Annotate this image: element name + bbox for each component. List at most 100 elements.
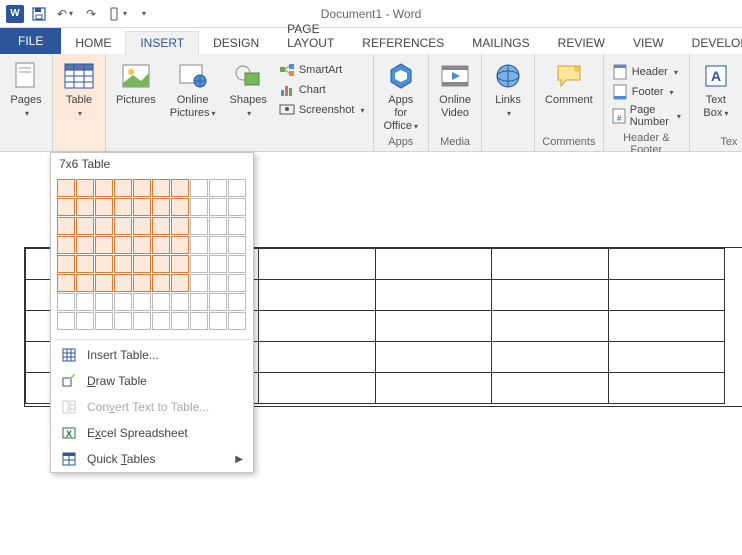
grid-cell[interactable] bbox=[228, 217, 246, 235]
grid-cell[interactable] bbox=[95, 293, 113, 311]
grid-cell[interactable] bbox=[209, 255, 227, 273]
table-cell[interactable] bbox=[608, 249, 725, 280]
tab-insert[interactable]: INSERT bbox=[125, 31, 199, 54]
undo-button[interactable]: ↶▾ bbox=[54, 3, 76, 25]
menu-draw-table[interactable]: Draw Table bbox=[51, 368, 253, 394]
grid-cell[interactable] bbox=[152, 255, 170, 273]
grid-cell[interactable] bbox=[209, 236, 227, 254]
grid-cell[interactable] bbox=[190, 198, 208, 216]
grid-cell[interactable] bbox=[133, 255, 151, 273]
grid-cell[interactable] bbox=[114, 198, 132, 216]
table-cell[interactable] bbox=[259, 373, 376, 404]
table-cell[interactable] bbox=[259, 280, 376, 311]
grid-cell[interactable] bbox=[190, 217, 208, 235]
grid-cell[interactable] bbox=[95, 198, 113, 216]
header-button[interactable]: Header▾ bbox=[608, 62, 685, 82]
smartart-button[interactable]: SmartArt bbox=[275, 60, 369, 80]
comment-button[interactable]: Comment bbox=[539, 56, 599, 107]
footer-button[interactable]: Footer▾ bbox=[608, 82, 685, 102]
tab-design[interactable]: DESIGN bbox=[199, 32, 273, 54]
table-button[interactable]: Table▾ bbox=[57, 56, 101, 120]
grid-cell[interactable] bbox=[114, 179, 132, 197]
menu-excel-spreadsheet[interactable]: X Excel Spreadsheet bbox=[51, 420, 253, 446]
grid-cell[interactable] bbox=[171, 293, 189, 311]
grid-cell[interactable] bbox=[57, 179, 75, 197]
grid-cell[interactable] bbox=[171, 198, 189, 216]
table-cell[interactable] bbox=[375, 311, 492, 342]
grid-cell[interactable] bbox=[209, 198, 227, 216]
touch-mode-button[interactable]: ▾ bbox=[106, 3, 128, 25]
text-box-button[interactable]: A Text Box▾ bbox=[694, 56, 738, 120]
grid-cell[interactable] bbox=[209, 293, 227, 311]
grid-cell[interactable] bbox=[152, 179, 170, 197]
tab-references[interactable]: REFERENCES bbox=[348, 32, 458, 54]
table-cell[interactable] bbox=[375, 373, 492, 404]
table-cell[interactable] bbox=[492, 311, 609, 342]
tab-page-layout[interactable]: PAGE LAYOUT bbox=[273, 18, 348, 54]
grid-cell[interactable] bbox=[171, 255, 189, 273]
table-cell[interactable] bbox=[492, 373, 609, 404]
grid-cell[interactable] bbox=[190, 179, 208, 197]
grid-cell[interactable] bbox=[152, 312, 170, 330]
table-cell[interactable] bbox=[375, 342, 492, 373]
grid-cell[interactable] bbox=[152, 236, 170, 254]
grid-cell[interactable] bbox=[190, 236, 208, 254]
grid-cell[interactable] bbox=[152, 198, 170, 216]
grid-cell[interactable] bbox=[133, 236, 151, 254]
grid-cell[interactable] bbox=[228, 293, 246, 311]
pictures-button[interactable]: Pictures bbox=[110, 56, 162, 107]
grid-cell[interactable] bbox=[57, 255, 75, 273]
grid-cell[interactable] bbox=[133, 312, 151, 330]
grid-cell[interactable] bbox=[57, 198, 75, 216]
table-cell[interactable] bbox=[608, 280, 725, 311]
grid-cell[interactable] bbox=[228, 236, 246, 254]
grid-cell[interactable] bbox=[95, 274, 113, 292]
grid-cell[interactable] bbox=[57, 274, 75, 292]
grid-cell[interactable] bbox=[171, 274, 189, 292]
table-cell[interactable] bbox=[259, 311, 376, 342]
grid-cell[interactable] bbox=[190, 312, 208, 330]
grid-cell[interactable] bbox=[76, 217, 94, 235]
table-cell[interactable] bbox=[608, 373, 725, 404]
grid-cell[interactable] bbox=[114, 255, 132, 273]
grid-cell[interactable] bbox=[95, 236, 113, 254]
online-video-button[interactable]: Online Video bbox=[433, 56, 477, 120]
grid-cell[interactable] bbox=[190, 293, 208, 311]
grid-cell[interactable] bbox=[228, 198, 246, 216]
grid-cell[interactable] bbox=[57, 217, 75, 235]
grid-cell[interactable] bbox=[57, 293, 75, 311]
customize-qat-button[interactable]: ▾ bbox=[132, 3, 154, 25]
table-cell[interactable] bbox=[608, 311, 725, 342]
tab-mailings[interactable]: MAILINGS bbox=[458, 32, 543, 54]
menu-quick-tables[interactable]: Quick Tables ▶ bbox=[51, 446, 253, 472]
grid-cell[interactable] bbox=[76, 255, 94, 273]
grid-cell[interactable] bbox=[152, 293, 170, 311]
grid-cell[interactable] bbox=[76, 293, 94, 311]
grid-cell[interactable] bbox=[228, 274, 246, 292]
grid-cell[interactable] bbox=[228, 179, 246, 197]
grid-cell[interactable] bbox=[171, 179, 189, 197]
grid-cell[interactable] bbox=[209, 274, 227, 292]
grid-cell[interactable] bbox=[95, 255, 113, 273]
apps-for-office-button[interactable]: Apps for Office▾ bbox=[378, 56, 425, 133]
grid-cell[interactable] bbox=[171, 217, 189, 235]
grid-cell[interactable] bbox=[114, 293, 132, 311]
table-cell[interactable] bbox=[492, 249, 609, 280]
grid-cell[interactable] bbox=[228, 255, 246, 273]
grid-cell[interactable] bbox=[133, 198, 151, 216]
grid-cell[interactable] bbox=[209, 179, 227, 197]
chart-button[interactable]: Chart bbox=[275, 80, 369, 100]
tab-developer[interactable]: DEVELOPER bbox=[678, 32, 742, 54]
grid-cell[interactable] bbox=[57, 312, 75, 330]
screenshot-button[interactable]: Screenshot▾ bbox=[275, 100, 369, 120]
grid-cell[interactable] bbox=[133, 293, 151, 311]
grid-cell[interactable] bbox=[57, 236, 75, 254]
links-button[interactable]: Links▾ bbox=[486, 56, 530, 120]
grid-cell[interactable] bbox=[133, 179, 151, 197]
grid-cell[interactable] bbox=[76, 179, 94, 197]
grid-cell[interactable] bbox=[114, 312, 132, 330]
grid-cell[interactable] bbox=[95, 179, 113, 197]
online-pictures-button[interactable]: Online Pictures▾ bbox=[164, 56, 222, 120]
grid-cell[interactable] bbox=[190, 274, 208, 292]
table-cell[interactable] bbox=[375, 280, 492, 311]
